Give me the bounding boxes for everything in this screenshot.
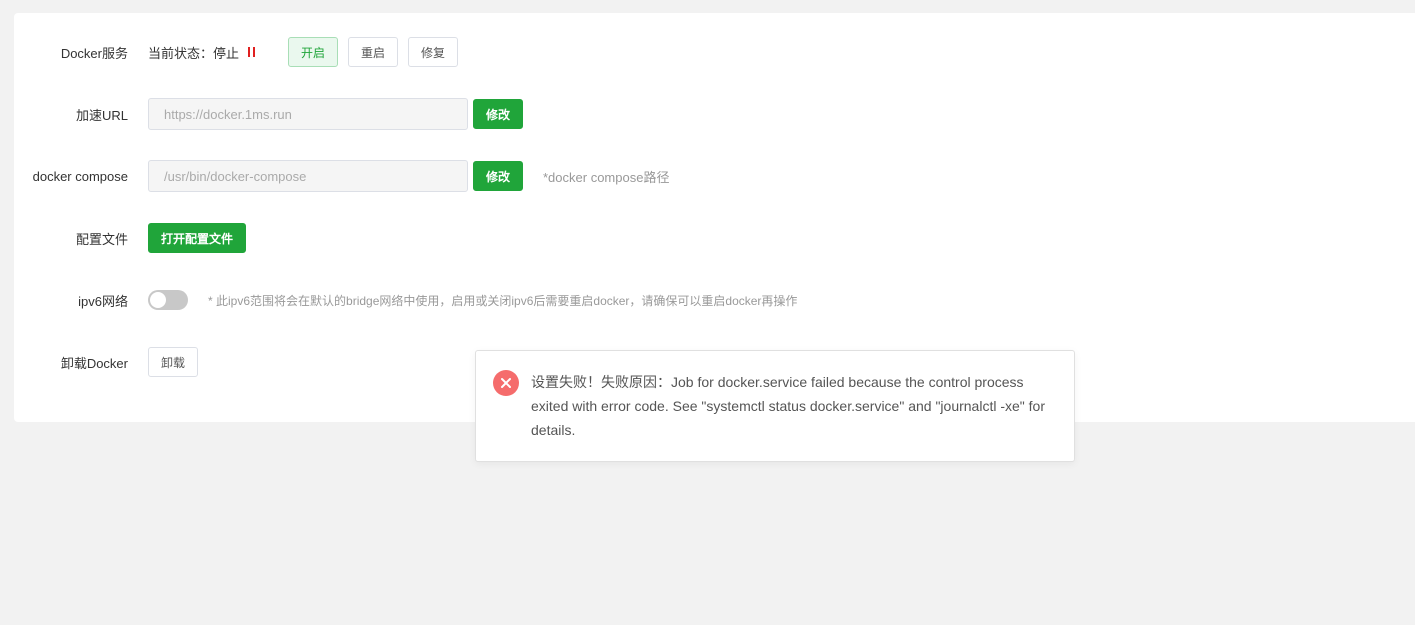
config-file-label: 配置文件 [75,231,128,247]
config-file-row: 配置文件 打开配置文件 [14,222,1415,254]
ipv6-label: ipv6网络 [78,293,128,309]
uninstall-controls: 卸载 [148,347,198,377]
docker-service-row: Docker服务 当前状态：停止 开启 重启 修复 [14,36,1415,68]
repair-button[interactable]: 修复 [408,37,459,67]
docker-service-label: Docker服务 [60,45,128,61]
start-button[interactable]: 开启 [288,37,339,67]
mirror-url-row: 加速URL 修改 [14,98,1415,130]
compose-row: docker compose 修改 *docker compose路径 [14,160,1415,192]
error-message: 设置失败！失败原因：Job for docker.service failed … [531,374,1045,438]
ipv6-toggle[interactable] [148,290,188,310]
ipv6-row: ipv6网络 * 此ipv6范围将会在默认的bridge网络中使用，启用或关闭i… [14,284,1415,316]
uninstall-label: 卸载Docker [60,355,128,371]
compose-hint: *docker compose路径 [543,169,670,185]
service-status-text: 当前状态：停止 [148,45,240,61]
toggle-knob [150,292,166,308]
compose-modify-button[interactable]: 修改 [473,161,523,191]
docker-service-controls: 当前状态：停止 开启 重启 修复 [148,37,459,67]
compose-path-input[interactable] [148,160,468,192]
open-config-button[interactable]: 打开配置文件 [148,223,246,253]
compose-label: docker compose [32,168,128,184]
mirror-url-controls: 修改 [148,98,523,130]
mirror-url-label: 加速URL [75,107,128,123]
ipv6-controls: * 此ipv6范围将会在默认的bridge网络中使用，启用或关闭ipv6后需要重… [148,290,797,310]
error-toast: 设置失败！失败原因：Job for docker.service failed … [475,350,1075,462]
config-file-controls: 打开配置文件 [148,223,246,253]
restart-button[interactable]: 重启 [348,37,399,67]
ipv6-hint: * 此ipv6范围将会在默认的bridge网络中使用，启用或关闭ipv6后需要重… [208,293,798,308]
mirror-modify-button[interactable]: 修改 [473,99,523,129]
mirror-url-input[interactable] [148,98,468,130]
pause-icon [248,47,256,57]
close-icon [493,370,519,396]
compose-controls: 修改 *docker compose路径 [148,160,669,192]
uninstall-button[interactable]: 卸载 [148,347,198,377]
